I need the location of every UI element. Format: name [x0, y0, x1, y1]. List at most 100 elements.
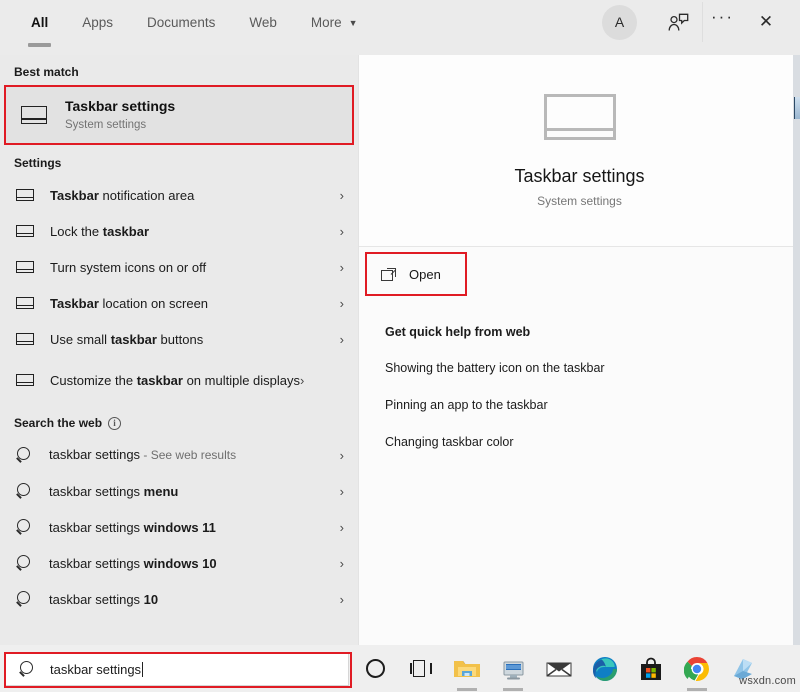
taskbar-icon [544, 94, 616, 140]
quick-help-link-battery-icon[interactable]: Showing the battery icon on the taskbar [385, 360, 800, 376]
tab-documents-label: Documents [147, 15, 215, 30]
tab-all[interactable]: All [14, 0, 65, 44]
chevron-right-icon: › [340, 484, 346, 499]
quick-help-link-taskbar-color[interactable]: Changing taskbar color [385, 434, 800, 450]
web-item-label: taskbar settings windows 10 [49, 555, 340, 572]
avatar[interactable]: A [602, 5, 637, 40]
tab-more[interactable]: More ▼ [294, 0, 375, 44]
settings-item-label: Taskbar location on screen [50, 295, 340, 312]
settings-item-taskbar-notification-area[interactable]: Taskbar notification area › [0, 177, 358, 213]
tab-documents[interactable]: Documents [130, 0, 232, 44]
best-match-result[interactable]: Taskbar settings System settings [5, 86, 353, 144]
best-match-header: Best match [0, 55, 358, 86]
quick-help-header: Get quick help from web [385, 325, 800, 339]
search-icon [16, 591, 33, 608]
web-item-taskbar-settings-10[interactable]: taskbar settings 10 › [0, 581, 358, 617]
more-options-icon[interactable]: ··· [702, 2, 742, 42]
preview-subtitle: System settings [537, 194, 622, 208]
search-tabbar: All Apps Documents Web More ▼ A [0, 0, 800, 55]
taskbar-icon [16, 261, 34, 273]
search-icon [16, 447, 33, 464]
web-item-label: taskbar settings windows 11 [49, 519, 340, 536]
settings-item-customize-the-taskbar-on-multiple-displays[interactable]: Customize the taskbar on multiple displa… [0, 357, 358, 403]
tab-all-label: All [31, 15, 48, 30]
settings-item-lock-the-taskbar[interactable]: Lock the taskbar › [0, 213, 358, 249]
open-button-label: Open [409, 267, 441, 282]
results-pane: Best match Taskbar settings System setti… [0, 55, 358, 645]
taskbar-search-wrap: taskbar settings [2, 650, 352, 688]
preview-title: Taskbar settings [514, 166, 644, 187]
avatar-letter: A [615, 14, 624, 30]
search-icon [16, 483, 33, 500]
web-item-taskbar-settings[interactable]: taskbar settings - See web results › [0, 437, 358, 473]
tab-list: All Apps Documents Web More ▼ [0, 0, 375, 44]
preview-card: Taskbar settings System settings [359, 55, 800, 247]
task-view-icon[interactable] [398, 645, 444, 692]
settings-item-turn-system-icons-on-or-off[interactable]: Turn system icons on or off › [0, 249, 358, 285]
microsoft-edge-icon[interactable] [582, 645, 628, 692]
tab-web-label: Web [249, 15, 277, 30]
settings-item-use-small-taskbar-buttons[interactable]: Use small taskbar buttons › [0, 321, 358, 357]
tab-apps[interactable]: Apps [65, 0, 130, 44]
settings-item-label: Customize the taskbar on multiple displa… [50, 372, 300, 389]
search-icon [16, 519, 33, 536]
web-item-taskbar-settings-windows-10[interactable]: taskbar settings windows 10 › [0, 545, 358, 581]
chevron-down-icon: ▼ [349, 18, 358, 28]
chevron-right-icon: › [340, 556, 346, 571]
remote-desktop-icon[interactable] [490, 645, 536, 692]
microsoft-store-icon[interactable] [628, 645, 674, 692]
file-explorer-icon[interactable] [444, 645, 490, 692]
taskbar-icon [16, 333, 34, 345]
quick-help-link-pinning-app[interactable]: Pinning an app to the taskbar [385, 397, 800, 413]
search-input[interactable]: taskbar settings [5, 653, 349, 686]
watermark: wsxdn.com [739, 675, 796, 687]
desktop-sliver [793, 55, 800, 645]
best-match-subtitle: System settings [65, 117, 175, 133]
feedback-icon[interactable] [658, 2, 698, 42]
header-actions: A ··· ✕ [602, 0, 800, 44]
settings-item-taskbar-location-on-screen[interactable]: Taskbar location on screen › [0, 285, 358, 321]
desktop-icon-sliver [794, 97, 800, 119]
settings-item-label: Turn system icons on or off [50, 259, 340, 276]
info-icon[interactable]: i [108, 417, 121, 430]
web-item-taskbar-settings-windows-11[interactable]: taskbar settings windows 11 › [0, 509, 358, 545]
chevron-right-icon: › [340, 188, 346, 203]
preview-pane: Taskbar settings System settings Open Ge… [358, 55, 800, 645]
web-item-label: taskbar settings 10 [49, 591, 340, 608]
web-item-label: taskbar settings - See web results [49, 446, 340, 464]
chevron-right-icon: › [340, 592, 346, 607]
open-button[interactable]: Open [368, 255, 464, 293]
chevron-right-icon: › [300, 373, 306, 388]
quick-help-section: Get quick help from web Showing the batt… [359, 303, 800, 450]
settings-header: Settings [0, 144, 358, 177]
chevron-right-icon: › [340, 332, 346, 347]
best-match-text: Taskbar settings System settings [65, 98, 175, 133]
tab-more-label: More [311, 15, 342, 30]
best-match-title: Taskbar settings [65, 98, 175, 115]
google-chrome-icon[interactable] [674, 645, 720, 692]
flyout-body: Best match Taskbar settings System setti… [0, 55, 800, 645]
chevron-right-icon: › [340, 296, 346, 311]
tab-web[interactable]: Web [232, 0, 294, 44]
tab-apps-label: Apps [82, 15, 113, 30]
web-item-taskbar-settings-menu[interactable]: taskbar settings menu › [0, 473, 358, 509]
windows-taskbar: taskbar settings [0, 645, 800, 692]
taskbar-icon-list [352, 645, 766, 692]
search-the-web-label: Search the web [14, 416, 102, 430]
screen: All Apps Documents Web More ▼ A [0, 0, 800, 692]
settings-item-label: Taskbar notification area [50, 187, 340, 204]
cortana-icon[interactable] [352, 645, 398, 692]
mail-icon[interactable] [536, 645, 582, 692]
taskbar-icon [16, 374, 34, 386]
close-icon[interactable]: ✕ [746, 2, 786, 42]
search-icon [16, 555, 33, 572]
chevron-right-icon: › [340, 520, 346, 535]
search-the-web-header: Search the web i [0, 403, 358, 437]
search-flyout: All Apps Documents Web More ▼ A [0, 0, 800, 645]
chevron-right-icon: › [340, 260, 346, 275]
web-item-label: taskbar settings menu [49, 483, 340, 500]
taskbar-icon [21, 106, 47, 124]
settings-item-label: Lock the taskbar [50, 223, 340, 240]
taskbar-icon [16, 189, 34, 201]
best-match-row-wrap: Taskbar settings System settings [0, 86, 358, 144]
